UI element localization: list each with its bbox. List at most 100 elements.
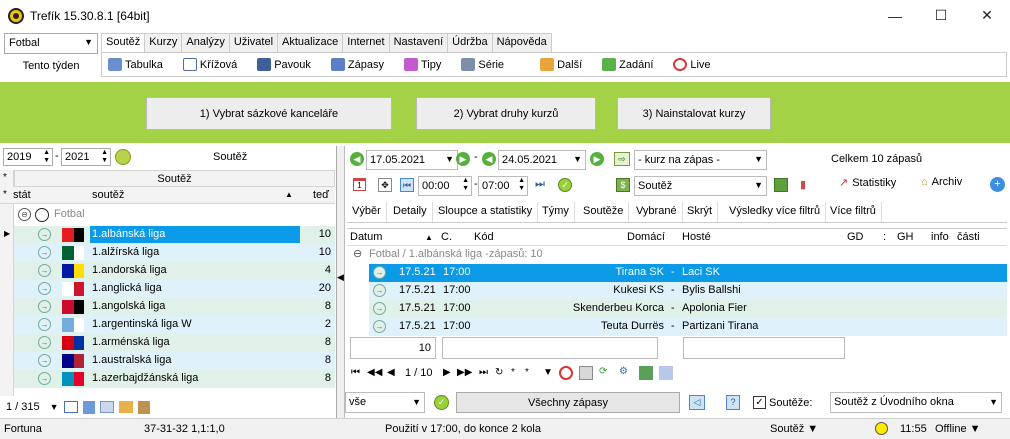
series-button[interactable]: Série — [455, 58, 504, 71]
competitions-checkbox[interactable]: ✓ — [753, 396, 766, 409]
tab-selection[interactable]: Výběr — [347, 202, 387, 222]
spin-arrows-icon[interactable]: ▲ ▼ — [518, 177, 525, 193]
select-bookmakers-button[interactable]: 1) Vybrat sázkové kanceláře — [146, 97, 392, 130]
edit-icon[interactable] — [118, 401, 133, 413]
check-box-icon[interactable] — [639, 366, 653, 380]
tab-aktualizace[interactable]: Aktualizace — [277, 33, 344, 52]
live-button[interactable]: Live — [667, 58, 711, 71]
col-number[interactable]: C. — [441, 231, 452, 243]
asterisk-icon[interactable]: * — [511, 367, 515, 378]
stop-icon[interactable] — [559, 366, 573, 380]
last-record-icon[interactable]: ⏭ — [479, 367, 488, 378]
tab-multi-filter-results[interactable]: Výsledky více filtrů — [724, 202, 827, 222]
col-away[interactable]: Hosté — [682, 231, 711, 243]
new-doc-icon[interactable] — [82, 400, 95, 414]
tab-soutez[interactable]: Soutěž — [101, 33, 146, 53]
tab-napoveda[interactable]: Nápověda — [491, 33, 552, 52]
tips-button[interactable]: Tipy — [398, 58, 441, 71]
search-icon[interactable] — [659, 366, 673, 380]
go-icon[interactable]: → — [38, 318, 51, 331]
competition-row[interactable]: → 1.argentinská liga W 2 — [14, 316, 335, 334]
next-date-icon[interactable]: ▶ — [590, 152, 604, 166]
first-icon[interactable]: ⏮ — [400, 178, 414, 192]
move-icon[interactable]: ✥ — [378, 178, 392, 192]
confirm-icon[interactable]: ✓ — [434, 395, 449, 410]
grid-icon[interactable] — [63, 401, 78, 413]
tab-details[interactable]: Detaily — [388, 202, 433, 222]
prev-page-icon[interactable]: ◀◀ — [367, 367, 382, 378]
help-icon[interactable]: ? — [726, 395, 740, 410]
bar-chart-icon[interactable]: ▮ — [800, 178, 814, 192]
tab-columns-stats[interactable]: Sloupce a statistiky — [433, 202, 539, 222]
competition-row[interactable]: → 1.anglická liga 20 — [14, 280, 335, 298]
add-icon[interactable]: + — [990, 177, 1005, 192]
collapse-icon[interactable]: ⊖ — [353, 247, 362, 260]
tab-more-filters[interactable]: Více filtrů — [825, 202, 882, 222]
table-icon[interactable] — [99, 401, 114, 413]
status-competition[interactable]: Soutěž ▼ — [770, 423, 818, 435]
status-online[interactable]: Offline ▼ — [935, 423, 981, 435]
matches-group-row[interactable]: ⊖ Fotbal / 1.albánská liga -zápasů: 10 — [347, 246, 1007, 264]
competition-row[interactable]: → 1.arménská liga 8 — [14, 334, 335, 352]
tab-selected[interactable]: Vybrané — [631, 202, 683, 222]
go-icon[interactable]: → — [38, 246, 51, 259]
col-now[interactable]: teď — [313, 189, 329, 201]
tab-competitions[interactable]: Soutěže — [578, 202, 630, 222]
go-icon[interactable]: → — [373, 320, 386, 333]
bracket-button[interactable]: Pavouk — [251, 58, 311, 71]
col-gh[interactable]: GH — [897, 231, 914, 243]
tab-analyzy[interactable]: Analýzy — [181, 33, 230, 52]
tennis-ball-icon[interactable] — [115, 149, 131, 165]
year-from-spinner[interactable]: 2019 ▲ ▼ — [3, 148, 53, 166]
go-icon[interactable]: → — [38, 336, 51, 349]
tab-internet[interactable]: Internet — [342, 33, 390, 52]
print-icon[interactable] — [579, 366, 593, 380]
competition-row[interactable]: → 1.angolská liga 8 — [14, 298, 335, 316]
confirm-icon[interactable]: ✓ — [558, 178, 572, 192]
time-to-spinner[interactable]: 07:00 ▲ ▼ — [478, 176, 528, 196]
tab-nastaveni[interactable]: Nastavení — [388, 33, 449, 52]
tab-udrzba[interactable]: Údržba — [447, 33, 493, 52]
minimize-button[interactable]: — — [872, 0, 918, 31]
go-icon[interactable]: → — [38, 372, 51, 385]
match-row[interactable]: → 17.5.21 17:00 Tirana SK Laci SK - — [347, 264, 1007, 282]
move-left-icon[interactable]: ◁ — [689, 395, 705, 410]
time-from-spinner[interactable]: 00:00 ▲ ▼ — [418, 176, 472, 196]
select-odds-types-button[interactable]: 2) Vybrat druhy kurzů — [416, 97, 596, 130]
refresh-icon[interactable]: ↻ — [495, 367, 503, 378]
go-icon[interactable]: → — [373, 284, 386, 297]
date-to-picker[interactable]: 24.05.2021 ▼ — [498, 150, 586, 170]
asterisk-filter-icon[interactable]: * — [525, 367, 529, 378]
collapse-icon[interactable]: ⊖ — [18, 208, 31, 221]
competition-row[interactable]: → 1.alžírská liga 10 — [14, 244, 335, 262]
prev-record-icon[interactable]: ◀ — [387, 367, 395, 378]
tab-uzivatel[interactable]: Uživatel — [228, 33, 279, 52]
go-icon[interactable]: → — [373, 302, 386, 315]
col-code[interactable]: Kód — [474, 231, 494, 243]
match-row[interactable]: → 17.5.21 17:00 Skenderbeu Korca Apolonia Fi… — [347, 300, 1007, 318]
prev-date-icon[interactable]: ◀ — [482, 152, 496, 166]
tab-kurzy[interactable]: Kurzy — [144, 33, 183, 52]
go-icon[interactable]: → — [38, 264, 51, 277]
statistics-button[interactable]: ↗ Statistiky — [839, 176, 896, 190]
calendar-icon[interactable]: 1 — [353, 178, 366, 191]
matches-button[interactable]: Zápasy — [325, 58, 384, 71]
col-competition[interactable]: soutěž — [92, 189, 124, 201]
date-from-picker[interactable]: 17.05.2021 ▼ — [366, 150, 458, 170]
money-icon[interactable]: $ — [616, 178, 630, 192]
export-icon[interactable] — [137, 400, 150, 414]
archive-button[interactable]: ⌂ Archiv — [921, 176, 962, 188]
match-row[interactable]: → 17.5.21 17:00 Kukesi KS Bylis Ballshi - — [347, 282, 1007, 300]
all-matches-button[interactable]: Všechny zápasy — [456, 392, 680, 413]
tab-teams[interactable]: Týmy — [537, 202, 575, 222]
panel-splitter[interactable]: ◀ — [337, 146, 345, 418]
col-date[interactable]: Datum — [350, 231, 382, 243]
entry-button[interactable]: Zadání — [596, 58, 653, 71]
install-odds-button[interactable]: 3) Nainstalovat kurzy — [617, 97, 771, 130]
col-colon[interactable]: : — [883, 231, 886, 243]
first-record-icon[interactable]: ⏮ — [351, 367, 360, 378]
excel-icon[interactable] — [774, 178, 788, 192]
col-state[interactable]: stát — [13, 189, 31, 201]
filter-icon[interactable]: ▼ — [543, 367, 553, 378]
close-button[interactable]: ✕ — [964, 0, 1010, 31]
